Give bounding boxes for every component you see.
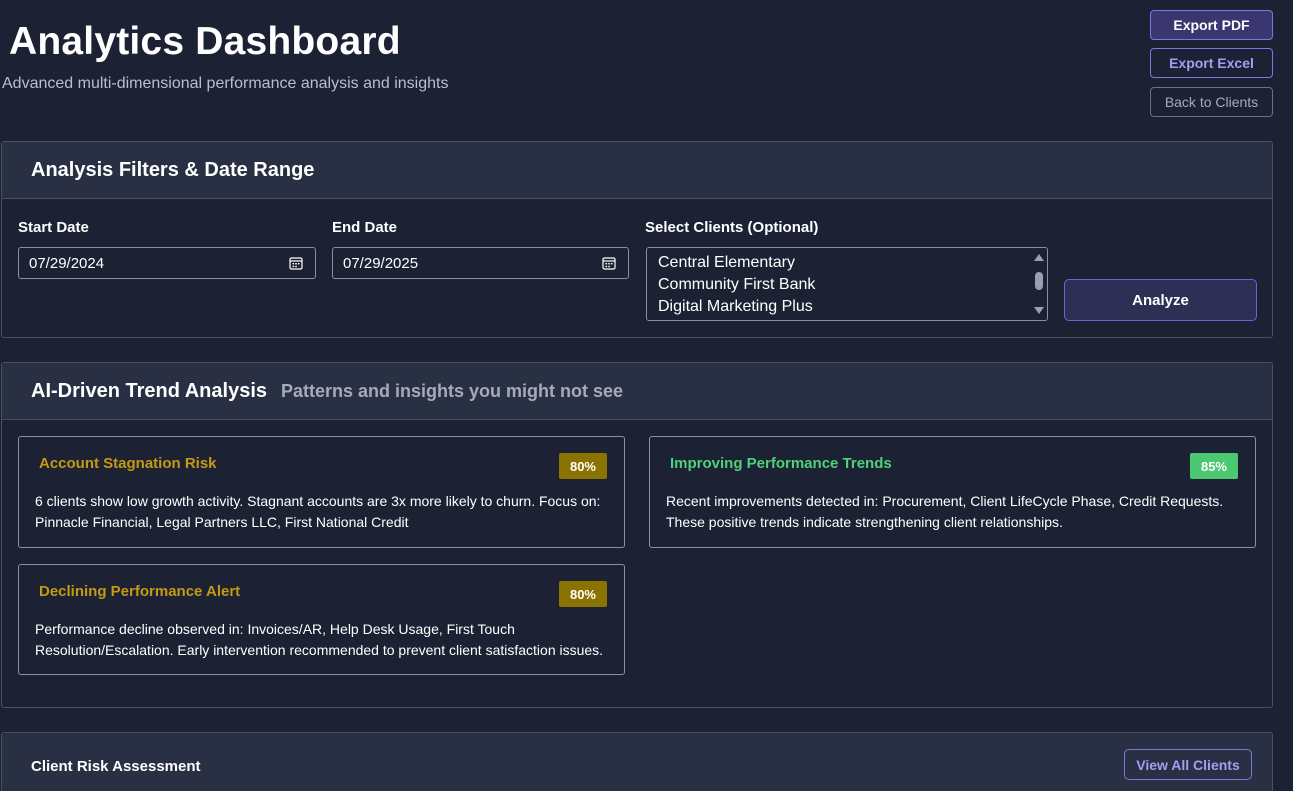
view-all-clients-button[interactable]: View All Clients: [1124, 749, 1252, 780]
scroll-up-arrow-icon[interactable]: [1034, 254, 1044, 261]
select-clients-label: Select Clients (Optional): [645, 219, 819, 236]
trend-analysis-panel: AI-Driven Trend Analysis Patterns and in…: [1, 362, 1273, 708]
trends-panel-subtitle: Patterns and insights you might not see: [281, 380, 624, 401]
insight-card-improving: Improving Performance Trends 85% Recent …: [649, 436, 1256, 548]
insight-card-stagnation: Account Stagnation Risk 80% 6 clients sh…: [18, 436, 625, 548]
end-date-input[interactable]: 07/29/2025: [332, 247, 629, 279]
insight-card-text: Recent improvements detected in: Procure…: [666, 493, 1224, 530]
trends-panel-title: AI-Driven Trend Analysis: [31, 379, 267, 402]
insight-card-title: Improving Performance Trends: [670, 455, 892, 472]
client-option[interactable]: Central Elementary: [658, 252, 1047, 274]
client-risk-panel: Client Risk Assessment View All Clients: [1, 732, 1273, 791]
analytics-dashboard-page: Analytics Dashboard Advanced multi-dimen…: [0, 0, 1293, 791]
page-title: Analytics Dashboard: [9, 20, 401, 63]
insight-card-text: Performance decline observed in: Invoice…: [35, 621, 604, 658]
client-option[interactable]: Community First Bank: [658, 274, 1047, 296]
insight-card-declining: Declining Performance Alert 80% Performa…: [18, 564, 625, 675]
filters-panel-title: Analysis Filters & Date Range: [31, 158, 315, 181]
insight-card-title: Declining Performance Alert: [39, 583, 241, 600]
page-subtitle: Advanced multi-dimensional performance a…: [2, 75, 449, 92]
confidence-badge: 80%: [558, 581, 607, 607]
export-excel-button[interactable]: Export Excel: [1150, 48, 1273, 78]
insight-card-text: 6 clients show low growth activity. Stag…: [35, 493, 601, 530]
end-date-value: 07/29/2025: [343, 254, 419, 272]
scrollbar-thumb[interactable]: [1035, 272, 1043, 290]
risk-panel-header: Client Risk Assessment: [2, 733, 1272, 791]
end-date-label: End Date: [332, 219, 398, 236]
trends-panel-header: AI-Driven Trend Analysis Patterns and in…: [2, 363, 1272, 420]
risk-panel-title: Client Risk Assessment: [31, 757, 201, 775]
analyze-button[interactable]: Analyze: [1064, 279, 1257, 321]
scroll-down-arrow-icon[interactable]: [1034, 307, 1044, 314]
analysis-filters-panel: Analysis Filters & Date Range Start Date…: [1, 141, 1273, 338]
calendar-icon[interactable]: [289, 256, 303, 270]
filters-panel-header: Analysis Filters & Date Range: [2, 142, 1272, 199]
export-pdf-button[interactable]: Export PDF: [1150, 10, 1273, 40]
back-to-clients-button[interactable]: Back to Clients: [1150, 87, 1273, 117]
confidence-badge: 85%: [1189, 453, 1238, 479]
client-option[interactable]: Digital Marketing Plus: [658, 296, 1047, 318]
insight-card-title: Account Stagnation Risk: [39, 455, 217, 472]
start-date-label: Start Date: [18, 219, 89, 236]
calendar-icon[interactable]: [602, 256, 616, 270]
start-date-input[interactable]: 07/29/2024: [18, 247, 316, 279]
start-date-value: 07/29/2024: [29, 254, 105, 272]
select-clients-listbox[interactable]: Central Elementary Community First Bank …: [646, 247, 1048, 321]
confidence-badge: 80%: [558, 453, 607, 479]
listbox-scrollbar[interactable]: [1033, 250, 1045, 318]
